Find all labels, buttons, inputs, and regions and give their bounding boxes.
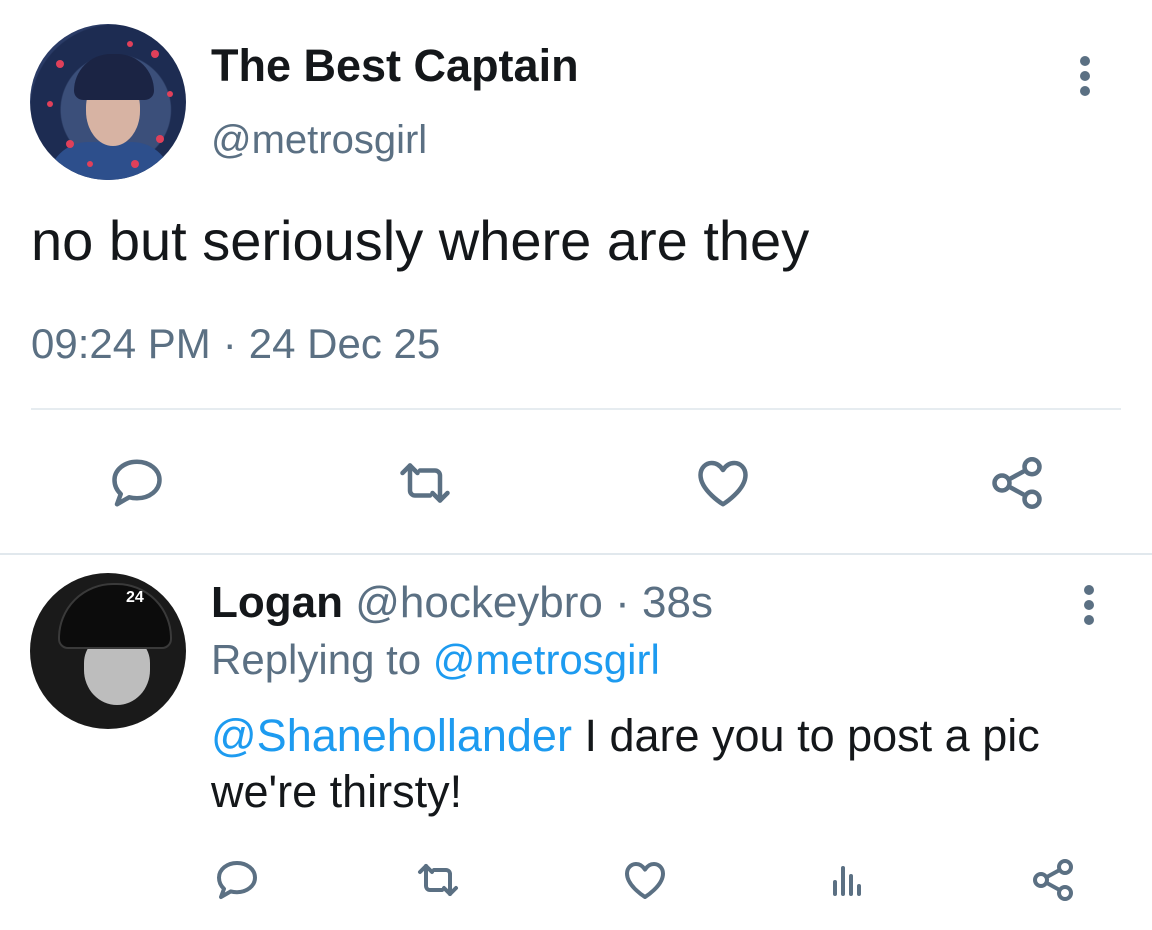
retweet-icon xyxy=(400,463,450,503)
divider xyxy=(31,408,1121,410)
replying-to-link[interactable]: @metrosgirl xyxy=(433,636,660,683)
reply-icon xyxy=(217,861,257,899)
reply-separator: · xyxy=(615,578,630,627)
tweet-separator xyxy=(0,553,1152,555)
tweet-time: 09:24 PM xyxy=(31,320,211,367)
share-icon xyxy=(1033,859,1073,901)
reply-user-handle[interactable]: @hockeybro xyxy=(355,578,603,627)
more-options-icon[interactable] xyxy=(1075,52,1095,100)
reply-more-options-icon[interactable] xyxy=(1079,581,1099,629)
tweet-text: no but seriously where are they xyxy=(31,209,810,272)
reply-icon xyxy=(112,459,162,507)
meta-separator: · xyxy=(222,320,237,367)
avatar-jersey-number: 24 xyxy=(126,589,144,606)
replying-prefix: Replying to xyxy=(211,636,422,683)
retweet-icon xyxy=(418,864,458,896)
reply-analytics-button[interactable] xyxy=(812,845,882,915)
reply-age: 38s xyxy=(642,578,713,627)
reply-like-button[interactable] xyxy=(610,845,680,915)
reply-button[interactable] xyxy=(102,448,172,518)
display-name[interactable]: The Best Captain xyxy=(211,40,579,92)
reply-retweet-button[interactable] xyxy=(403,845,473,915)
avatar-helmet xyxy=(58,583,172,649)
tweet-date: 24 Dec 25 xyxy=(248,320,441,367)
tweet-timestamp: 09:24 PM · 24 Dec 25 xyxy=(31,320,440,368)
share-button[interactable] xyxy=(982,448,1052,518)
user-handle[interactable]: @metrosgirl xyxy=(211,118,427,163)
replying-to: Replying to @metrosgirl xyxy=(211,636,660,684)
like-icon xyxy=(698,460,748,507)
reply-avatar[interactable]: 24 xyxy=(30,573,186,729)
avatar[interactable] xyxy=(30,24,186,180)
mention-link[interactable]: @Shanehollander xyxy=(211,710,572,761)
reply-reply-button[interactable] xyxy=(202,845,272,915)
like-button[interactable] xyxy=(688,448,758,518)
retweet-button[interactable] xyxy=(390,448,460,518)
reply-display-name[interactable]: Logan xyxy=(211,578,343,627)
reply-header: Logan @hockeybro · 38s xyxy=(211,578,713,628)
like-icon xyxy=(625,862,665,899)
reply-share-button[interactable] xyxy=(1018,845,1088,915)
share-icon xyxy=(992,457,1042,509)
heart-decoration-icon xyxy=(47,41,173,168)
analytics-icon xyxy=(833,866,861,896)
reply-text: @Shanehollander I dare you to post a pic… xyxy=(211,708,1121,820)
